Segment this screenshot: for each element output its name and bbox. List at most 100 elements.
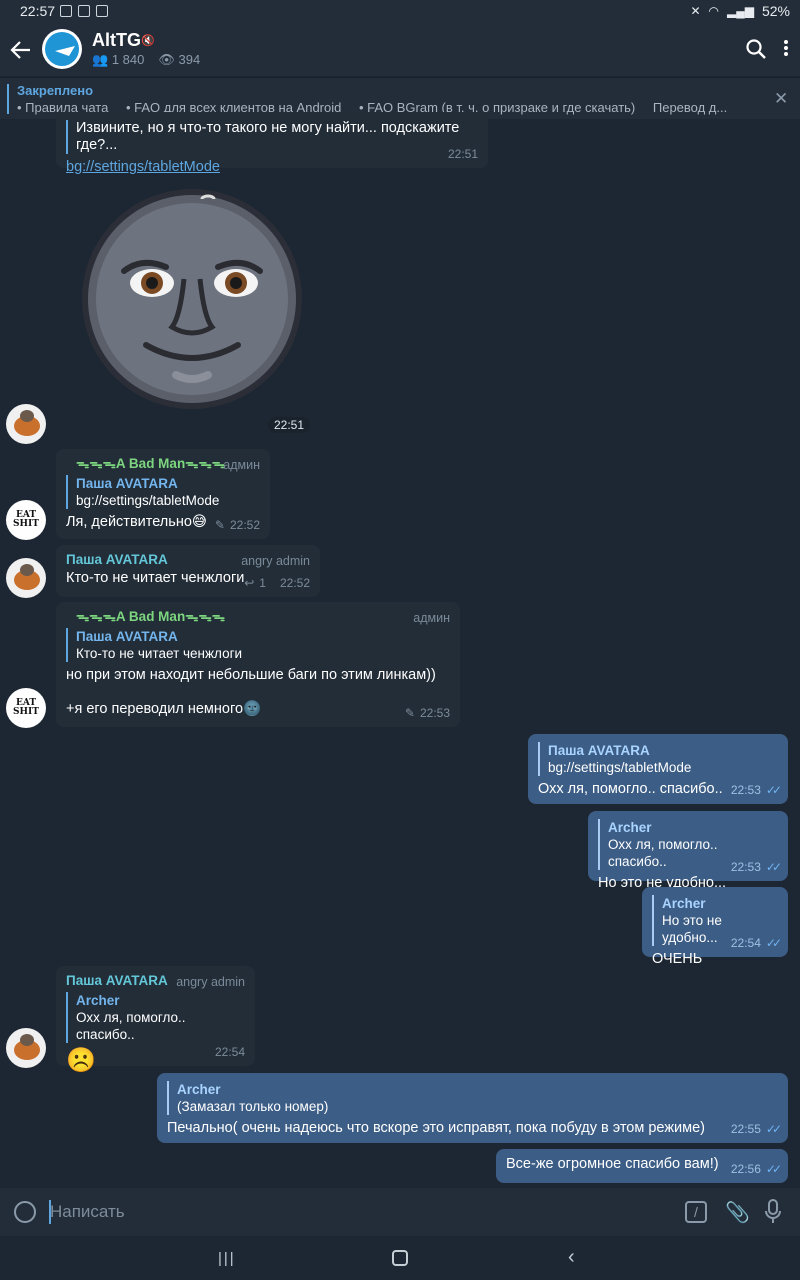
signal-icon: ▂▄▆ <box>727 4 754 18</box>
read-ticks-icon: ✓✓ <box>765 1162 782 1176</box>
message-bubble-outgoing[interactable]: Archer (Замазал только номер) Печально( … <box>157 1073 788 1143</box>
pinned-link-translation[interactable]: Перевод д... <box>653 100 727 115</box>
message-time: 22:55 <box>730 1122 761 1136</box>
message-input-bar: Написать / 📎 <box>0 1188 800 1236</box>
muted-icon: 🔇 <box>141 35 155 47</box>
avatar[interactable]: EAT SHIT <box>6 688 46 728</box>
message-meta: 22:53 ✓✓ <box>730 781 782 799</box>
pinned-label: Закреплено <box>17 83 94 98</box>
reply-quote[interactable]: Archer (Замазал только номер) <box>167 1081 778 1115</box>
avatar[interactable] <box>6 558 46 598</box>
emoji-icon[interactable] <box>14 1201 36 1223</box>
wifi-icon: ◠ <box>708 4 719 18</box>
edited-pencil-icon: ✎ <box>214 518 225 532</box>
reply-quote[interactable]: Паша AVATARA Кто-то не читает ченжлоги <box>66 628 450 662</box>
pinned-accent <box>7 84 9 114</box>
message-time: 22:53 <box>730 783 761 797</box>
message-bubble[interactable]: Паша AVATARA angry admin Кто-то не читае… <box>56 545 320 597</box>
home-icon[interactable] <box>392 1250 408 1266</box>
sender-role: админ <box>223 458 260 472</box>
online-count: 394 <box>178 52 201 67</box>
message-time: 22:54 <box>214 1045 245 1059</box>
message-bubble[interactable]: ᯓᯓᯓA Bad Manᯓᯓᯓ админ Паша AVATARA bg://… <box>56 449 270 539</box>
message-time: 22:54 <box>730 936 761 950</box>
message-meta: 22:56 ✓✓ <box>730 1160 782 1178</box>
quote-author: Archer <box>608 820 652 835</box>
recent-apps-icon[interactable]: ||| <box>218 1250 236 1267</box>
message-time: 22:52 <box>279 576 310 590</box>
message-bubble[interactable]: ᯓᯓᯓA Bad Manᯓᯓᯓ админ Паша AVATARA Кто-т… <box>56 602 460 727</box>
avatar[interactable] <box>6 1028 46 1068</box>
message-bubble-outgoing[interactable]: Archer Но это не удобно... ОЧЕНЬ 22:54 ✓✓ <box>642 887 788 967</box>
avatar-text: EAT SHIT <box>13 510 39 529</box>
mute-status-icon: ✕ <box>690 4 701 18</box>
message-input[interactable]: Написать <box>50 1202 125 1222</box>
read-ticks-icon: ✓✓ <box>765 1122 782 1136</box>
notification-icons <box>60 5 108 17</box>
message-meta: 22:55 ✓✓ <box>730 1120 782 1138</box>
message-meta: 22:54 ✓✓ <box>730 934 782 952</box>
message-text: Извините, но я что-то такого не могу най… <box>66 120 478 154</box>
reply-quote[interactable]: Archer Охх ля, помогло.. спасибо.. <box>66 992 245 1043</box>
close-pinned-icon[interactable]: ✕ <box>774 89 788 109</box>
system-back-icon[interactable]: ‹ <box>568 1246 575 1269</box>
message-sender[interactable]: ᯓᯓᯓA Bad Manᯓᯓᯓ <box>66 608 450 626</box>
sticker-time: 22:51 <box>268 417 311 433</box>
sender-role: angry admin <box>241 554 310 568</box>
message-link[interactable]: bg://settings/tabletMode <box>66 158 478 176</box>
message-text: Печально( очень надеюсь что вскоре это и… <box>167 1120 705 1136</box>
online-count-group: 👁 394 <box>158 52 200 68</box>
attach-icon[interactable]: 📎 <box>725 1200 750 1224</box>
microphone-icon[interactable] <box>764 1199 782 1225</box>
read-ticks-icon: ✓✓ <box>765 860 782 874</box>
members-count: 1 840 <box>111 52 145 67</box>
more-menu-icon[interactable] <box>778 38 794 62</box>
chat-avatar[interactable] <box>42 29 82 69</box>
status-right: ✕ ◠ ▂▄▆ 52% <box>690 3 790 19</box>
message-bubble-outgoing[interactable]: Archer Охх ля, помогло.. спасибо.. Но эт… <box>588 811 788 891</box>
message-time: 22:56 <box>730 1162 761 1176</box>
quote-author: Archer <box>177 1082 221 1097</box>
avatar[interactable] <box>6 404 46 444</box>
gallery-icon <box>60 5 72 17</box>
reply-count: 1 <box>259 576 266 590</box>
search-icon[interactable] <box>744 37 768 61</box>
reply-quote[interactable]: Паша AVATARA bg://settings/tabletMode <box>66 475 260 509</box>
chat-stats: 👥 1 840 👁 394 <box>92 52 200 68</box>
screenshot-icon <box>96 5 108 17</box>
message-bubble[interactable]: Паша AVATARA angry admin Archer Охх ля, … <box>56 966 255 1074</box>
message-bubble[interactable]: Извините, но я что-то такого не могу най… <box>56 112 488 175</box>
avatar[interactable]: EAT SHIT <box>6 500 46 540</box>
battery-level: 52% <box>761 3 790 19</box>
message-meta: ✎ 22:52 <box>215 516 260 534</box>
read-ticks-icon: ✓✓ <box>765 936 782 950</box>
quote-author: Archer <box>662 896 706 911</box>
message-time: 22:52 <box>229 518 260 532</box>
message-meta: 22:51 <box>448 145 478 163</box>
message-meta: 22:54 <box>215 1043 245 1061</box>
message-text: ОЧЕНЬ <box>652 951 703 967</box>
back-arrow-icon[interactable] <box>10 36 32 64</box>
quote-text: Охх ля, помогло.. спасибо.. <box>76 1010 186 1042</box>
edited-pencil-icon: ✎ <box>404 706 415 720</box>
message-text: но при этом находит небольшие баги по эт… <box>66 667 436 683</box>
message-bubble-outgoing[interactable]: Паша AVATARA bg://settings/tabletMode Ох… <box>528 734 788 804</box>
message-bubble-outgoing[interactable]: Все-же огромное спасибо вам!) 22:56 ✓✓ <box>496 1149 788 1183</box>
avatar-text: EAT SHIT <box>13 698 39 717</box>
chat-header: AltTG 🔇 👥 1 840 👁 394 <box>0 24 800 76</box>
bot-commands-icon[interactable]: / <box>685 1201 707 1223</box>
message-meta: ↩ 1 22:52 <box>244 574 310 592</box>
quote-author: Паша AVATARA <box>548 743 650 758</box>
quote-author: Archer <box>76 993 120 1008</box>
message-meta: ✎ 22:53 <box>405 704 450 722</box>
chat-title[interactable]: AltTG <box>92 30 141 51</box>
message-time: 22:53 <box>419 706 450 720</box>
reply-quote[interactable]: Паша AVATARA bg://settings/tabletMode <box>538 742 778 776</box>
quote-text: Кто-то не читает ченжлоги <box>76 646 243 661</box>
members-icon: 👥 <box>92 52 112 67</box>
members-count-group: 👥 1 840 <box>92 52 144 68</box>
moon-face-sticker[interactable] <box>80 187 304 411</box>
message-time: 22:51 <box>447 147 478 161</box>
reply-arrow-icon: ↩ <box>244 576 255 590</box>
status-bar: 22:57 ✕ ◠ ▂▄▆ 52% <box>0 0 800 24</box>
